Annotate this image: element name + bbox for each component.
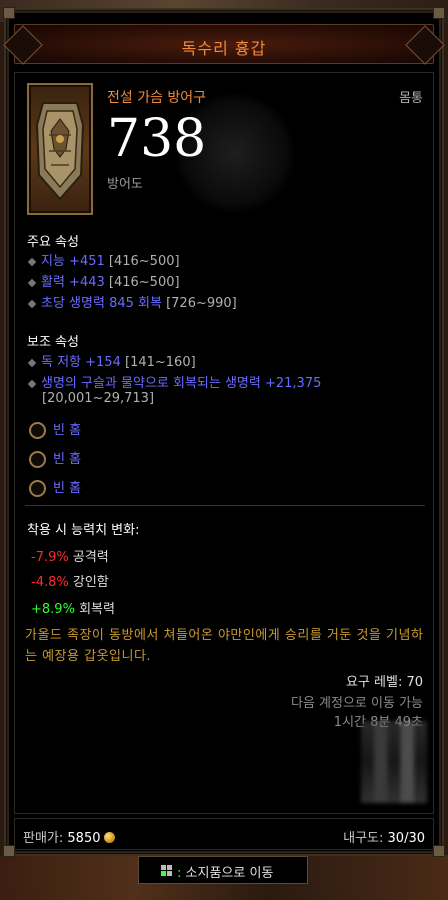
primary-attributes-title: 주요 속성 [27,235,79,250]
empty-socket: 빈 홈 [29,419,81,439]
frame-corner [3,7,15,19]
item-type: 전설 가슴 방어구 [107,90,207,106]
controller-button-icon [161,865,173,877]
divider [25,505,425,506]
bullet-icon [27,379,37,388]
stat-change: +8.9% 회복력 [31,602,115,617]
account-bound-text: 다음 계정으로 이동 가능 [291,696,423,711]
frame-corner [433,845,445,857]
frame-corner [433,7,445,19]
item-header: 독수리 흉갑 [14,24,434,64]
bullet-icon [27,299,37,308]
bullet-icon [27,257,37,266]
bullet-icon [27,358,37,367]
item-icon-frame [27,83,93,215]
stat-changes-title: 착용 시 능력치 변화: [27,523,140,538]
primary-stat: 활력 +443 [416~500] [27,271,180,290]
socket-icon [29,451,46,468]
redacted-account-name [361,721,427,803]
empty-socket: 빈 홈 [29,477,81,497]
flavor-text: 가올드 족장이 동방에서 쳐들어온 야만인에게 승리를 거둔 것을 기념하는 예… [25,628,424,664]
secondary-attributes-title: 보조 속성 [27,335,79,350]
sell-price: 판매가: 5850 [23,827,115,846]
empty-socket: 빈 홈 [29,448,81,468]
move-to-inventory-button[interactable]: : 소지품으로 이동 [138,856,308,884]
move-to-inventory-label: : 소지품으로 이동 [177,866,274,881]
stat-change: -7.9% 공격력 [31,550,109,565]
secondary-stat-range: [20,001~29,713] [42,391,155,406]
durability: 내구도: 30/30 [343,831,425,846]
required-level: 요구 레벨: 70 [345,675,423,690]
secondary-stat: 독 저항 +154 [141~160] [27,351,196,370]
secondary-stat: 생명의 구슬과 물약으로 회복되는 생명력 +21,375 [27,372,321,391]
item-footer: 판매가: 5850 내구도: 30/30 [14,818,434,850]
item-name: 독수리 흉갑 [181,39,267,58]
bullet-icon [27,278,37,287]
item-details: 전설 가슴 방어구 몸통 738 방어도 주요 속성 지능 +451 [416~… [14,72,434,814]
socket-icon [29,480,46,497]
chest-armor-icon [35,102,85,201]
gold-coin-icon [103,832,115,843]
item-tooltip: 독수리 흉갑 전설 가슴 방어구 몸통 738 방어도 주요 속성 지능 +45… [3,7,445,857]
socket-icon [29,422,46,439]
armor-value: 738 [107,109,207,169]
item-slot: 몸통 [399,91,423,106]
stat-change: -4.8% 강인함 [31,575,109,590]
armor-label: 방어도 [107,177,143,192]
primary-stat: 초당 생명력 845 회복 [726~990] [27,292,237,311]
primary-stat: 지능 +451 [416~500] [27,250,180,269]
